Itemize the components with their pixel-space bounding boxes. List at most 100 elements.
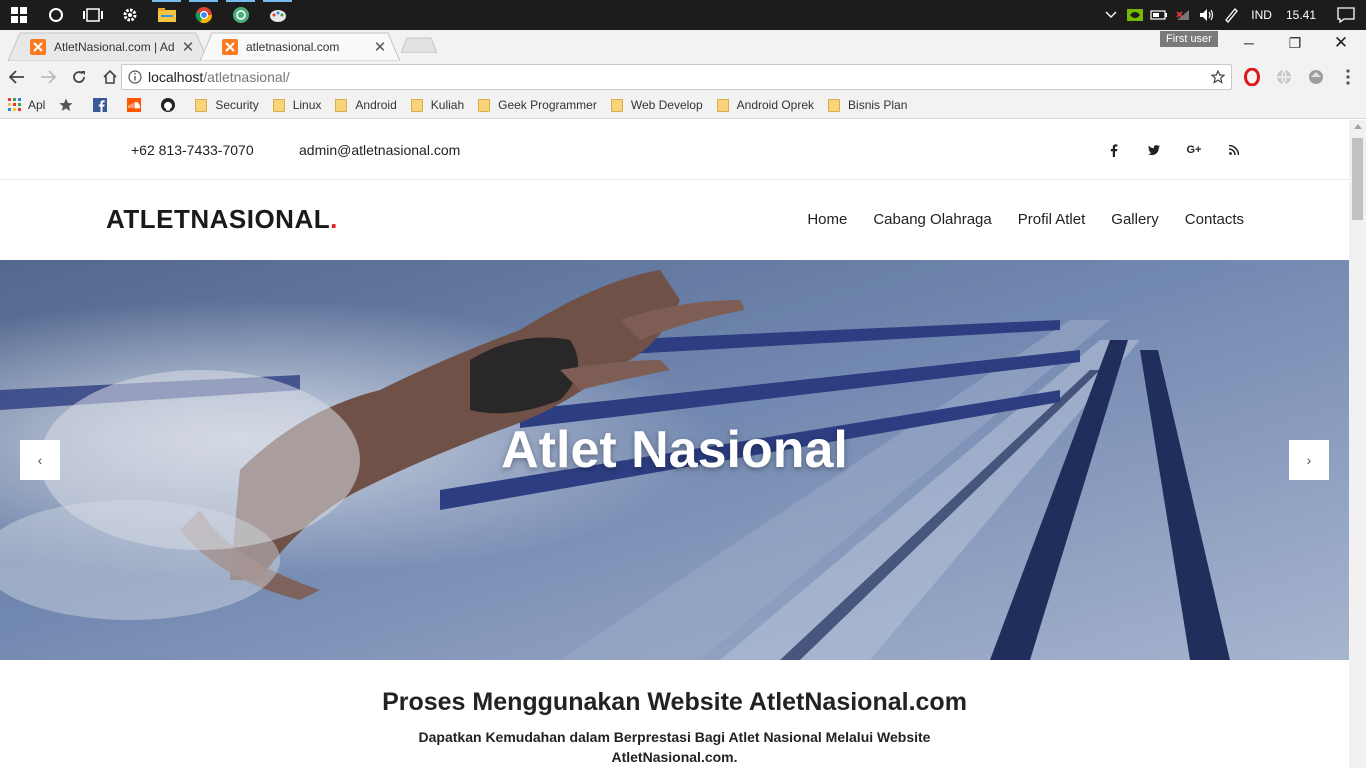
folder-icon xyxy=(335,98,348,112)
main-navigation: Home Cabang Olahraga Profil Atlet Galler… xyxy=(781,211,1244,228)
hero-slider: Atlet Nasional ‹ › xyxy=(0,260,1349,660)
language-indicator[interactable]: IND xyxy=(1243,8,1280,22)
tab-title: AtletNasional.com | Adm xyxy=(54,39,174,54)
vpn-extension-icon[interactable] xyxy=(1306,67,1326,87)
facebook-icon[interactable] xyxy=(1104,140,1124,160)
forward-arrow-icon[interactable] xyxy=(34,63,62,91)
chevron-up-icon[interactable] xyxy=(1099,0,1123,30)
bookmark-star[interactable] xyxy=(51,94,85,116)
bookmark-apps[interactable]: Apl xyxy=(0,94,51,116)
bookmark-label: Security xyxy=(215,98,259,112)
file-explorer-icon[interactable] xyxy=(148,0,185,30)
tab-admin[interactable]: AtletNasional.com | Adm ✕ xyxy=(7,32,209,62)
network-disconnected-icon[interactable] xyxy=(1171,0,1195,30)
chrome-taskbar-icon[interactable] xyxy=(185,0,222,30)
home-icon[interactable] xyxy=(96,63,124,91)
profile-user-badge[interactable]: First user xyxy=(1160,31,1218,47)
globe-extension-icon[interactable] xyxy=(1274,67,1294,87)
folder-icon xyxy=(195,98,208,112)
nav-home[interactable]: Home xyxy=(807,211,847,228)
task-view-icon[interactable] xyxy=(74,0,111,30)
star-icon xyxy=(59,98,73,112)
facebook-icon xyxy=(93,98,108,112)
site-header: ATLETNASIONAL. Home Cabang Olahraga Prof… xyxy=(0,180,1349,260)
settings-gear-icon[interactable] xyxy=(111,0,148,30)
folder-icon xyxy=(410,98,423,112)
google-plus-icon[interactable]: G+ xyxy=(1184,140,1204,160)
battery-icon[interactable] xyxy=(1147,0,1171,30)
site-info-icon[interactable] xyxy=(122,70,148,84)
folder-icon xyxy=(610,98,623,112)
bookmark-label: Kuliah xyxy=(430,98,465,112)
bookmark-folder-web-develop[interactable]: Web Develop xyxy=(603,94,709,116)
bookmark-facebook[interactable] xyxy=(85,94,119,116)
section-heading: Proses Menggunakan Website AtletNasional… xyxy=(382,688,967,716)
bookmark-soundcloud[interactable] xyxy=(119,94,153,116)
url-host: localhost xyxy=(148,69,204,85)
slider-next-button[interactable]: › xyxy=(1289,440,1329,480)
slider-prev-button[interactable]: ‹ xyxy=(20,440,60,480)
folder-icon xyxy=(478,98,491,112)
bookmark-label: Geek Programmer xyxy=(498,98,597,112)
xampp-favicon-icon xyxy=(30,38,46,55)
nav-cabang-olahraga[interactable]: Cabang Olahraga xyxy=(873,211,991,228)
cortana-search-icon[interactable] xyxy=(37,0,74,30)
back-arrow-icon[interactable] xyxy=(3,63,31,91)
action-center-icon[interactable] xyxy=(1326,0,1366,30)
bookmark-folder-android[interactable]: Android xyxy=(327,94,402,116)
contact-topbar: +62 813-7433-7070 admin@atletnasional.co… xyxy=(0,120,1349,180)
close-window-button[interactable]: ✕ xyxy=(1318,30,1364,56)
bookmark-folder-bisnis-plan[interactable]: Bisnis Plan xyxy=(820,94,913,116)
volume-icon[interactable] xyxy=(1195,0,1219,30)
tab-title: atletnasional.com xyxy=(246,39,340,54)
bookmark-folder-linux[interactable]: Linux xyxy=(265,94,328,116)
xampp-favicon-icon xyxy=(222,38,238,55)
windows-taskbar: IND 15.41 xyxy=(0,0,1366,30)
bookmarks-bar: Apl Security Linux Android Kuliah Geek P… xyxy=(0,92,1366,119)
twitter-icon[interactable] xyxy=(1144,140,1164,160)
bookmark-github[interactable] xyxy=(153,94,187,116)
section-subtitle: Dapatkan Kemudahan dalam Berprestasi Bag… xyxy=(418,729,931,765)
hero-title: Atlet Nasional xyxy=(501,421,848,479)
close-tab-icon[interactable]: ✕ xyxy=(180,38,196,56)
contact-phone[interactable]: +62 813-7433-7070 xyxy=(131,142,254,158)
scrollbar-thumb[interactable] xyxy=(1352,138,1363,220)
bookmark-label: Bisnis Plan xyxy=(848,98,908,112)
bookmark-folder-security[interactable]: Security xyxy=(187,94,264,116)
menu-kebab-icon[interactable] xyxy=(1338,67,1358,87)
folder-icon xyxy=(716,98,729,112)
rss-icon[interactable] xyxy=(1224,140,1244,160)
github-icon xyxy=(161,98,176,112)
paint-app-icon[interactable] xyxy=(259,0,296,30)
restore-button[interactable]: ❐ xyxy=(1272,30,1318,56)
process-section: Proses Menggunakan Website AtletNasional… xyxy=(0,688,1349,767)
bookmark-label: Apl xyxy=(28,98,46,112)
site-logo[interactable]: ATLETNASIONAL. xyxy=(106,204,338,235)
nav-contacts[interactable]: Contacts xyxy=(1185,211,1244,228)
app-green-icon[interactable] xyxy=(222,0,259,30)
contact-email[interactable]: admin@atletnasional.com xyxy=(299,142,460,158)
bookmark-folder-kuliah[interactable]: Kuliah xyxy=(403,94,470,116)
address-bar[interactable]: localhost/atletnasional/ xyxy=(121,64,1232,90)
soundcloud-icon xyxy=(127,98,142,112)
pen-ink-icon[interactable] xyxy=(1219,0,1243,30)
bookmark-folder-geek-programmer[interactable]: Geek Programmer xyxy=(470,94,603,116)
new-tab-button[interactable] xyxy=(400,37,438,54)
bookmark-star-icon[interactable] xyxy=(1205,70,1231,84)
folder-icon xyxy=(828,98,841,112)
bookmark-folder-android-oprek[interactable]: Android Oprek xyxy=(709,94,820,116)
logo-text: ATLETNASIONAL xyxy=(106,204,331,234)
tab-atletnasional[interactable]: atletnasional.com ✕ xyxy=(199,32,401,62)
close-tab-icon[interactable]: ✕ xyxy=(372,38,388,56)
page-scrollbar[interactable] xyxy=(1349,120,1366,768)
nvidia-icon[interactable] xyxy=(1123,0,1147,30)
minimize-button[interactable]: ─ xyxy=(1226,30,1272,56)
reload-icon[interactable] xyxy=(65,63,93,91)
windows-start-icon[interactable] xyxy=(0,0,37,30)
nav-profil-atlet[interactable]: Profil Atlet xyxy=(1018,211,1086,228)
logo-dot: . xyxy=(330,204,338,234)
nav-gallery[interactable]: Gallery xyxy=(1111,211,1159,228)
taskbar-clock[interactable]: 15.41 xyxy=(1280,8,1326,22)
scroll-up-arrow-icon[interactable] xyxy=(1354,124,1362,129)
opera-extension-icon[interactable] xyxy=(1242,67,1262,87)
